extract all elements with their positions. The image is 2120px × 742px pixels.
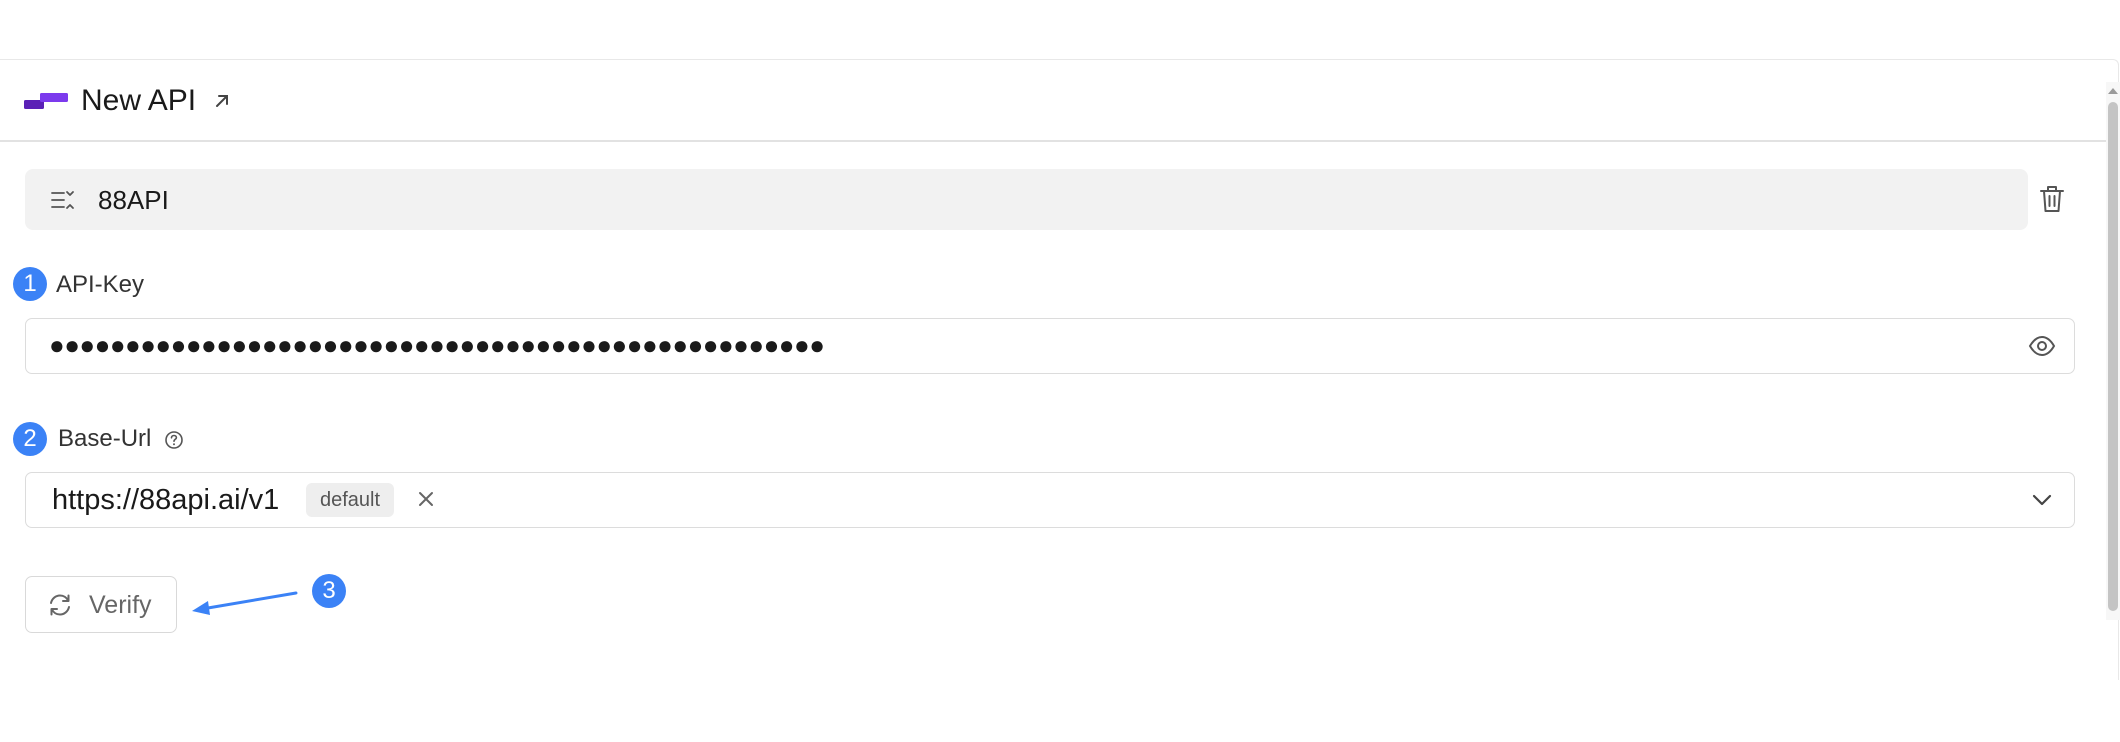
base-url-select[interactable]: https://88api.ai/v1 default [25,472,2075,528]
api-key-input[interactable]: ●●●●●●●●●●●●●●●●●●●●●●●●●●●●●●●●●●●●●●●●… [25,318,2075,374]
close-icon[interactable] [414,487,438,511]
provider-name: 88API [98,185,169,215]
trash-icon[interactable] [2038,184,2066,214]
scroll-up-arrow-icon[interactable] [2108,88,2118,94]
api-key-label: API-Key [56,271,145,298]
verify-button[interactable]: Verify [25,576,177,633]
verify-label: Verify [89,591,152,619]
arrow-up-right-icon[interactable] [211,90,233,112]
page-title: New API [81,84,197,117]
step-badge-1: 1 [13,267,47,301]
provider-name-field[interactable]: 88API [25,169,2028,230]
step-badge-3: 3 [312,574,346,608]
scrollbar-thumb[interactable] [2108,102,2118,611]
step-badge-2: 2 [13,422,47,456]
api-key-masked-value: ●●●●●●●●●●●●●●●●●●●●●●●●●●●●●●●●●●●●●●●●… [49,330,825,360]
refresh-icon [50,594,70,616]
default-tag: default [306,483,395,517]
drag-sort-icon[interactable] [50,187,76,213]
base-url-value: https://88api.ai/v1 [52,484,280,516]
base-url-label: Base-Url [58,425,152,452]
chevron-down-icon[interactable] [2030,489,2054,511]
panel-header: New API [0,60,2118,142]
annotation-arrow-icon [192,591,298,615]
question-circle-icon[interactable] [164,430,184,450]
eye-icon[interactable] [2028,333,2056,359]
stacked-bars-logo [24,93,68,109]
